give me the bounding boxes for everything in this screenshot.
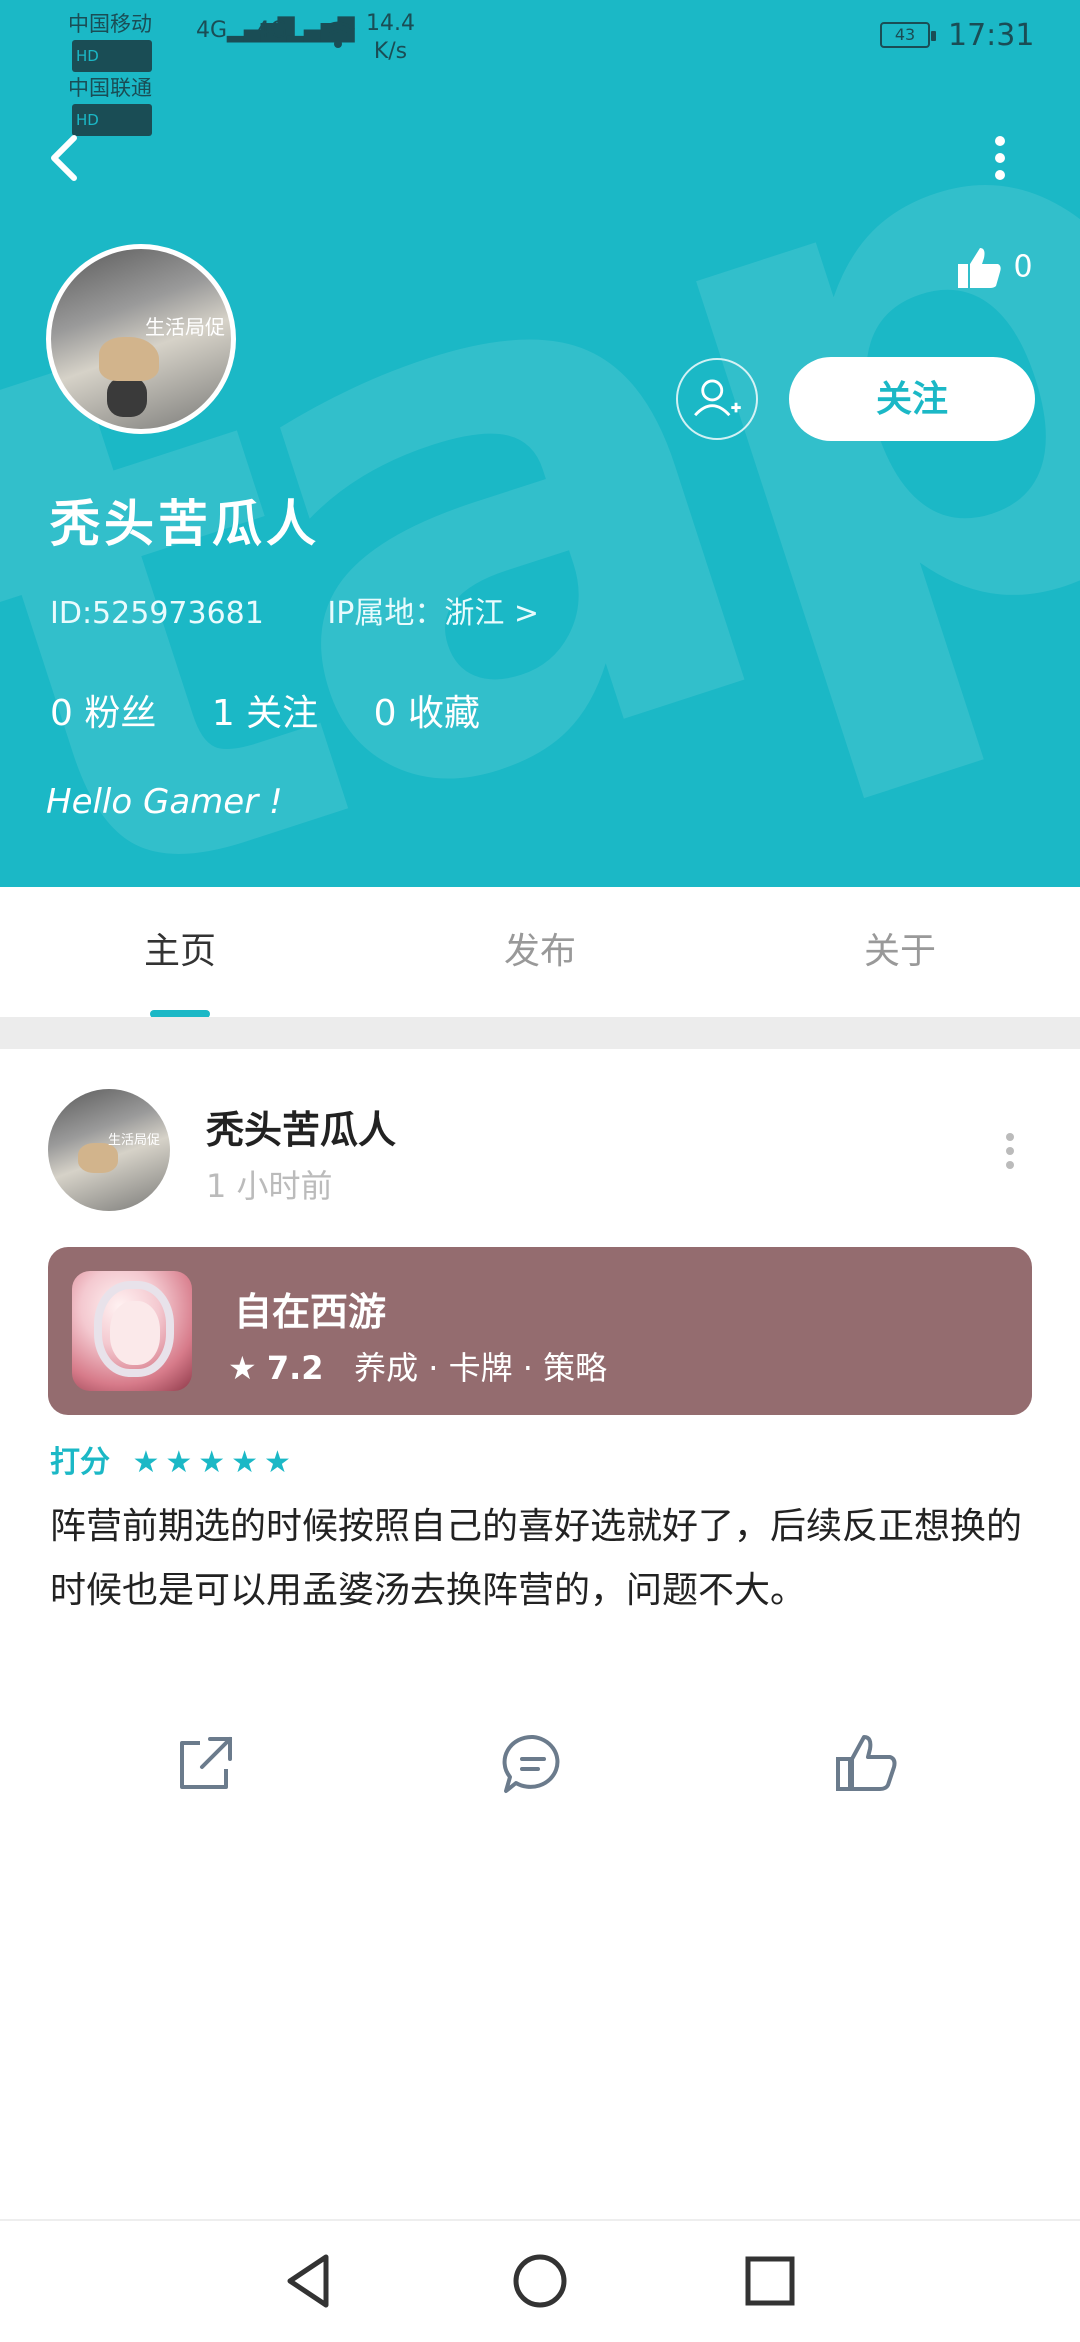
game-icon: [72, 1271, 192, 1391]
game-title: 自在西游: [234, 1290, 387, 1334]
post-content: 阵营前期选的时候按照自己的喜好选就好了，后续反正想换的时候也是可以用孟婆汤去换阵…: [50, 1506, 1023, 1611]
rating-label: 打分: [50, 1445, 110, 1480]
favorites-count[interactable]: 0 收藏: [374, 693, 480, 734]
wifi-icon: [321, 21, 355, 48]
id-line: ID:525973681 IP属地：浙江 >: [50, 588, 539, 632]
comment-icon[interactable]: [498, 1729, 568, 1799]
post-author-avatar[interactable]: 生活局促: [48, 1089, 170, 1211]
profile-username: 秃头苦瓜人: [50, 495, 320, 553]
status-bar: 中国移动 HD 中国联通 HD 4G▂▄▆█ 4G▂▄▆█ 14.4 K/s 43 …: [0, 0, 1080, 136]
post-time: 1 小时前: [206, 1167, 333, 1205]
avatar-tag-text: 生活局促: [108, 1133, 161, 1148]
clock: 17:31: [948, 18, 1035, 53]
game-tags: 养成 · 卡牌 · 策略: [354, 1349, 608, 1387]
post-more-icon[interactable]: [1000, 1129, 1020, 1179]
tab-posts[interactable]: 发布: [440, 887, 640, 1017]
carrier1-label: 中国移动: [68, 12, 152, 36]
game-score: 7.2: [266, 1349, 324, 1387]
ip-location-link[interactable]: IP属地：浙江 >: [327, 596, 539, 631]
review-post: 生活局促 秃头苦瓜人 1 小时前 自在西游 ★ 7.2 养成 · 卡牌 · 策略…: [0, 1049, 1080, 2219]
following-count[interactable]: 1 关注: [212, 693, 318, 734]
rating-stars: ★★★★★: [132, 1445, 297, 1480]
thumbs-up-icon: [958, 248, 1001, 288]
battery-icon: 43: [880, 22, 936, 48]
post-actions: [0, 1729, 1080, 1819]
user-id: ID:525973681: [50, 596, 264, 631]
like-icon[interactable]: [832, 1729, 902, 1799]
avatar-tag-text: 生活局促: [145, 315, 225, 339]
fans-count[interactable]: 0 粉丝: [50, 693, 156, 734]
profile-header: tap 中国移动 HD 中国联通 HD 4G▂▄▆█ 4G▂▄▆█ 14.4 K/s…: [0, 0, 1080, 887]
profile-like[interactable]: 0: [956, 244, 1033, 292]
share-icon[interactable]: [170, 1729, 240, 1799]
network-speed: 14.4 K/s: [366, 11, 415, 64]
carrier-info: 中国移动 HD 中国联通 HD: [68, 8, 152, 136]
more-options-icon[interactable]: [980, 130, 1020, 190]
post-author-name[interactable]: 秃头苦瓜人: [206, 1099, 396, 1154]
section-divider: [0, 1017, 1080, 1049]
profile-avatar[interactable]: 生活局促: [46, 244, 236, 434]
game-meta: ★ 7.2 养成 · 卡牌 · 策略: [228, 1343, 607, 1389]
back-arrow-icon[interactable]: [44, 128, 88, 188]
watermark-logo: tap: [0, 0, 1080, 887]
tab-about[interactable]: 关于: [800, 887, 1000, 1017]
follow-button[interactable]: 关注: [789, 357, 1035, 441]
like-count: 0: [1013, 249, 1033, 285]
hd-badge: HD: [72, 40, 152, 72]
nav-back-icon[interactable]: [280, 2251, 340, 2311]
star-icon: ★: [228, 1349, 257, 1387]
system-navigation-bar: [0, 2219, 1080, 2342]
tab-home[interactable]: 主页: [80, 887, 280, 1017]
add-friend-icon[interactable]: [676, 358, 758, 440]
rating-row: 打分 ★★★★★: [50, 1437, 297, 1481]
nav-recents-icon[interactable]: [740, 2251, 800, 2311]
nav-home-icon[interactable]: [510, 2251, 570, 2311]
profile-tabs: 主页 发布 关于: [0, 887, 1080, 1019]
carrier2-label: 中国联通: [68, 76, 152, 100]
game-card[interactable]: 自在西游 ★ 7.2 养成 · 卡牌 · 策略: [48, 1247, 1032, 1415]
profile-stats: 0 粉丝 1 关注 0 收藏: [50, 684, 524, 736]
profile-bio: Hello Gamer !: [46, 782, 283, 822]
